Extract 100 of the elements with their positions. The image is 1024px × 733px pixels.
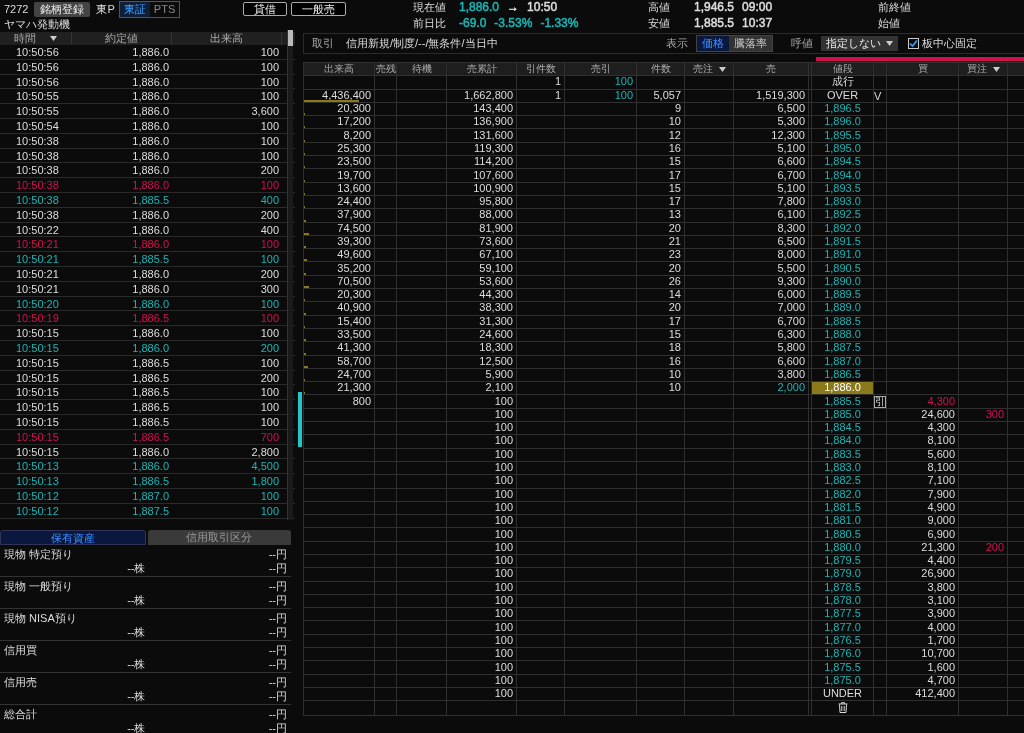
- table-cell: 6,000: [777, 289, 805, 301]
- table-cell-text: 1,886.0: [131, 222, 170, 237]
- table-cell: 114,200: [474, 156, 513, 168]
- table-cell: 100: [614, 76, 633, 88]
- table-cell-text: 700: [259, 429, 280, 444]
- column-header[interactable]: 売残: [375, 63, 396, 75]
- table-cell-text: 200: [259, 340, 280, 355]
- holding-shares: --株: [126, 592, 146, 607]
- table-cell: 100: [494, 449, 513, 460]
- stock-code: 7272: [4, 3, 29, 16]
- table-cell: 12,300: [771, 130, 805, 141]
- table-cell-text: 1,886.5: [131, 311, 170, 326]
- holding-shares: --株: [126, 688, 146, 703]
- sort-icon[interactable]: [50, 36, 57, 41]
- quote-label: 前日比: [413, 17, 447, 30]
- table-cell: 1,881.0: [824, 515, 861, 527]
- table-cell-text: 10:50:15: [15, 444, 60, 459]
- table-cell: 1,881.5: [824, 502, 861, 513]
- table-cell: 40,900: [337, 302, 371, 314]
- table-cell: 59,100: [479, 263, 513, 274]
- table-cell: 100: [494, 462, 513, 474]
- panel-tab[interactable]: 保有資産: [0, 529, 146, 545]
- table-cell-text: 1,886.5: [131, 429, 170, 444]
- table-cell: 1,896.5: [824, 103, 861, 115]
- table-cell-text: 100: [259, 45, 280, 59]
- table-cell: 37,900: [337, 209, 371, 221]
- table-cell: 15: [668, 183, 681, 194]
- table-cell-text: 100: [259, 252, 280, 267]
- table-cell: 19,700: [337, 169, 371, 181]
- table-cell: 6,500: [777, 103, 805, 115]
- table-cell: 88,000: [479, 209, 513, 221]
- tick-dropdown[interactable]: 指定しない: [821, 36, 898, 51]
- table-cell: 6,500: [777, 236, 805, 247]
- table-cell-text: 10:50:56: [15, 74, 60, 89]
- exchange-tab[interactable]: 東証: [119, 2, 150, 17]
- panel-tab[interactable]: 信用取引区分: [147, 529, 291, 545]
- table-cell: 100: [494, 395, 513, 407]
- table-cell: 1,878.5: [824, 582, 861, 593]
- table-cell-text: 100: [259, 326, 280, 341]
- table-cell: 24,600: [921, 409, 955, 420]
- table-cell-text: 10:50:12: [15, 503, 60, 518]
- quote-label: 始値: [878, 17, 901, 30]
- table-cell-text: 1,886.0: [131, 326, 170, 341]
- table-cell: 100: [494, 409, 513, 420]
- table-cell: 6,300: [777, 329, 805, 341]
- action-button[interactable]: 貸借: [243, 2, 287, 16]
- toolbar-label: 取引: [312, 37, 334, 50]
- table-cell: 26: [668, 276, 681, 287]
- column-header[interactable]: 売: [766, 63, 776, 75]
- table-cell: 1,896.0: [824, 116, 861, 128]
- table-cell: 5,900: [485, 369, 513, 380]
- sort-icon[interactable]: [718, 66, 726, 72]
- column-header[interactable]: 時間: [14, 32, 36, 45]
- table-cell: 1,700: [927, 635, 955, 646]
- table-cell: UNDER: [822, 688, 863, 700]
- table-cell-text: 100: [259, 296, 280, 311]
- table-cell-text: 1,800: [250, 474, 280, 489]
- holding-amount: --円: [267, 610, 287, 625]
- table-cell-text: 1,886.5: [131, 474, 170, 489]
- exchange-tab[interactable]: PTS: [149, 2, 180, 17]
- table-cell: 5,100: [777, 143, 805, 154]
- table-cell-text: 10:50:56: [15, 45, 60, 59]
- holding-value: --円: [267, 624, 287, 639]
- table-cell: 1,885.5: [824, 395, 861, 407]
- table-cell: 8,100: [927, 462, 955, 474]
- column-header[interactable]: 出来高: [210, 32, 243, 45]
- table-cell: 10: [668, 116, 681, 128]
- table-cell: 81,900: [479, 223, 513, 234]
- table-cell: 5,500: [777, 263, 805, 274]
- table-cell: 5,300: [777, 116, 805, 128]
- table-cell-text: 10:50:21: [15, 252, 60, 267]
- table-cell: 18,300: [479, 342, 513, 354]
- table-cell: 1,892.0: [824, 223, 861, 234]
- register-button[interactable]: 銘柄登録: [34, 2, 91, 17]
- table-cell: OVER: [826, 90, 859, 101]
- table-cell-text: 1,886.0: [131, 133, 170, 148]
- checkbox[interactable]: [908, 38, 919, 49]
- display-option[interactable]: 価格: [697, 36, 729, 51]
- table-cell-text: 1,886.0: [131, 281, 170, 296]
- scrollbar[interactable]: [287, 30, 293, 520]
- table-cell-text: 10:50:38: [15, 148, 60, 163]
- action-button[interactable]: 一般売: [291, 2, 346, 16]
- column-header[interactable]: 買: [917, 63, 928, 75]
- sort-icon[interactable]: [992, 66, 1000, 72]
- table-cell: 1,880.5: [824, 528, 861, 540]
- table-cell-text: 100: [259, 414, 280, 429]
- display-option[interactable]: 騰落率: [729, 36, 772, 51]
- table-cell: 24,700: [337, 369, 371, 380]
- trash-icon[interactable]: [837, 701, 848, 713]
- table-cell-text: 1,885.5: [131, 192, 170, 207]
- caret-icon[interactable]: [886, 41, 893, 46]
- holding-label: 現物 一般預り: [4, 578, 75, 593]
- table-cell: 1,519,300: [756, 90, 805, 101]
- table-cell: 95,800: [479, 196, 513, 208]
- table-cell: 20: [668, 302, 681, 314]
- table-cell-text: 1,886.5: [131, 414, 170, 429]
- column-header[interactable]: 約定値: [105, 32, 138, 45]
- table-cell-text: 10:50:38: [15, 178, 60, 193]
- table-cell-text: 400: [259, 222, 280, 237]
- table-cell-text: 100: [259, 178, 280, 193]
